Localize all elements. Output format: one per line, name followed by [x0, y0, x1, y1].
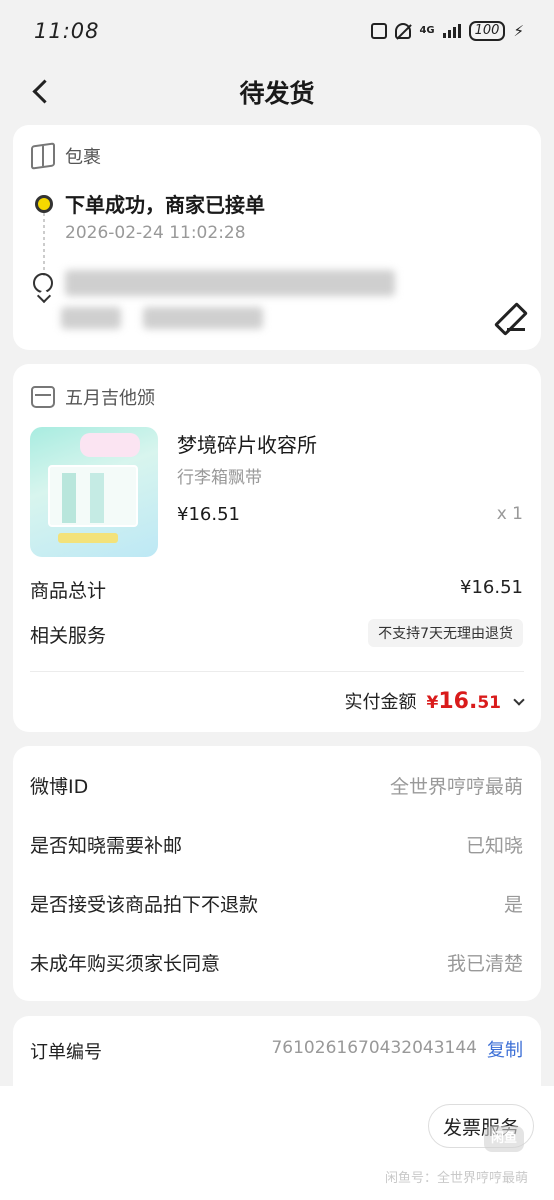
order-number-value: 7610261670432043144 — [271, 1038, 477, 1058]
service-label: 相关服务 — [30, 625, 107, 647]
nfc-icon — [371, 23, 388, 39]
info-card: 微博ID 全世界哼哼最萌 是否知晓需要补邮 已知晓 是否接受该商品拍下不退款 是… — [13, 746, 541, 1001]
service-badge: 不支持7天无理由退货 — [368, 619, 523, 647]
box-icon — [31, 142, 55, 170]
paid-row[interactable]: 实付金额 ¥16.51 — [344, 688, 525, 714]
store-icon — [31, 386, 55, 408]
total-value: ¥16.51 — [460, 577, 523, 598]
product-name[interactable]: 梦境碎片收容所 — [177, 429, 317, 458]
page-title: 待发货 — [239, 79, 315, 108]
info-label-weibo: 微博ID — [30, 776, 89, 798]
divider — [30, 671, 524, 672]
name-redacted — [61, 307, 121, 329]
copy-button[interactable]: 复制 — [487, 1036, 523, 1062]
status-icons: 4G 100 ⚡ — [371, 21, 524, 41]
product-spec: 行李箱飘带 — [177, 468, 262, 488]
order-number-card: 订单编号 7610261670432043144 复制 — [13, 1016, 541, 1086]
location-icon — [33, 273, 53, 293]
network-label: 4G — [419, 25, 435, 36]
package-label: 包裹 — [65, 147, 101, 168]
xianyu-logo: 闲鱼 — [484, 1126, 524, 1152]
status-timestamp: 2026-02-24 11:02:28 — [65, 223, 246, 243]
status-time: 11:08 — [34, 19, 100, 43]
product-price: ¥16.51 — [177, 504, 240, 525]
mute-icon — [395, 23, 412, 39]
address-redacted — [65, 270, 395, 296]
order-number-label: 订单编号 — [30, 1042, 102, 1063]
info-label-minor: 未成年购买须家长同意 — [30, 953, 221, 975]
product-quantity: x 1 — [496, 504, 523, 524]
phone-redacted — [143, 307, 263, 329]
order-card: 五月吉他颁 梦境碎片收容所 行李箱飘带 ¥16.51 x 1 商品总计 ¥16.… — [13, 364, 541, 732]
info-value-postage: 已知晓 — [465, 835, 523, 857]
signal-icon — [442, 24, 461, 38]
timeline-line — [43, 213, 45, 279]
shop-name: 五月吉他颁 — [65, 388, 155, 409]
package-header: 包裹 — [31, 142, 101, 170]
status-title: 下单成功，商家已接单 — [65, 193, 265, 217]
bottom-bar: 发票服务 闲鱼 闲鱼号：全世界哼哼最萌 — [0, 1086, 554, 1200]
edit-icon[interactable] — [493, 301, 525, 333]
package-card: 包裹 下单成功，商家已接单 2026-02-24 11:02:28 — [13, 125, 541, 350]
info-label-postage: 是否知晓需要补邮 — [30, 835, 183, 857]
info-value-norefund: 是 — [503, 894, 523, 916]
status-bar: 11:08 4G 100 ⚡ — [0, 0, 554, 62]
info-value-minor: 我已清楚 — [446, 953, 523, 975]
total-label: 商品总计 — [30, 580, 107, 602]
paid-amount: ¥16.51 — [426, 689, 502, 714]
status-dot — [35, 195, 53, 213]
charging-icon: ⚡ — [513, 22, 524, 40]
battery-icon: 100 — [468, 21, 506, 41]
product-image[interactable] — [30, 427, 158, 557]
info-label-norefund: 是否接受该商品拍下不退款 — [30, 894, 259, 916]
chevron-down-icon[interactable] — [513, 694, 525, 706]
nav-bar: 待发货 — [0, 62, 554, 120]
info-value-weibo: 全世界哼哼最萌 — [389, 776, 523, 798]
shop-header[interactable]: 五月吉他颁 — [31, 384, 155, 410]
watermark: 闲鱼号：全世界哼哼最萌 — [384, 1171, 528, 1186]
paid-label: 实付金额 — [344, 692, 417, 713]
